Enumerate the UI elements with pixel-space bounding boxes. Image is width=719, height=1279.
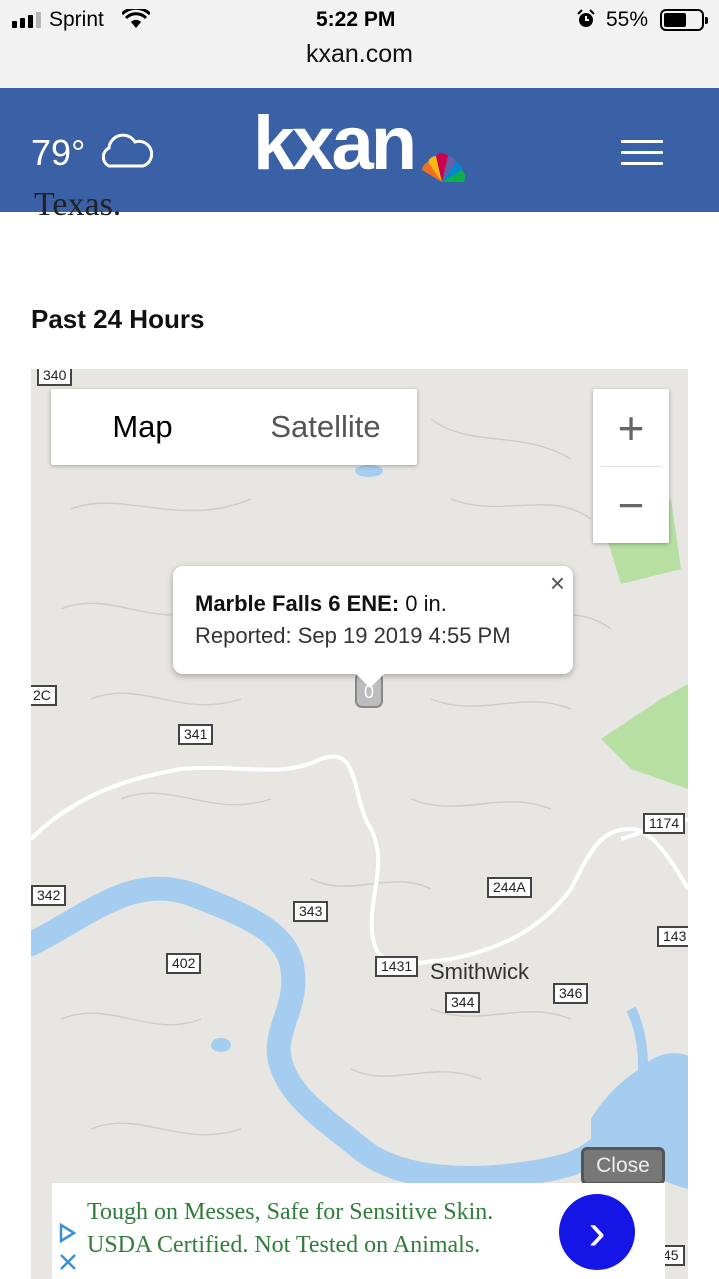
route-shield: 1174 — [643, 813, 686, 834]
route-shield: 344 — [445, 992, 481, 1013]
info-window-line1: Marble Falls 6 ENE: 0 in. — [195, 591, 447, 617]
route-shield: 346 — [553, 983, 589, 1004]
peacock-logo-icon — [422, 153, 466, 182]
ad-arrow-button[interactable]: › — [559, 1194, 635, 1270]
battery-percentage: 55% — [606, 8, 649, 31]
adchoices-icon[interactable] — [58, 1223, 76, 1243]
route-shield: 340 — [37, 369, 73, 386]
kxan-logo[interactable]: kxan — [253, 100, 417, 187]
address-bar-url[interactable]: kxan.com — [0, 40, 719, 69]
route-shield: 402 — [166, 953, 202, 974]
map-type-satellite-button[interactable]: Satellite — [234, 389, 417, 465]
temperature-label: 79° — [31, 132, 86, 173]
close-button[interactable]: Close — [581, 1147, 665, 1185]
route-shield: 342 — [31, 885, 67, 906]
route-shield: 1431 — [375, 956, 419, 977]
alarm-icon — [577, 9, 595, 27]
map-type-control: Map Satellite — [51, 389, 417, 465]
signal-strength-icon — [12, 12, 41, 28]
close-icon[interactable]: × — [550, 568, 565, 599]
zoom-in-button[interactable]: + — [593, 389, 669, 466]
route-shield: 143 — [657, 926, 688, 947]
article-text-fragment: Texas. — [34, 186, 122, 223]
town-label: Smithwick — [430, 959, 530, 984]
route-shield: 343 — [293, 901, 329, 922]
station-name: Marble Falls 6 ENE: — [195, 591, 400, 616]
ad-close-icon[interactable] — [59, 1253, 77, 1271]
info-window-tail — [356, 674, 384, 688]
map-terrain — [31, 418, 688, 1216]
battery-icon — [660, 9, 708, 31]
status-bar: Sprint 5:22 PM 55% kxan.com — [0, 0, 719, 88]
report-time: Reported: Sep 19 2019 4:55 PM — [195, 623, 511, 648]
rainfall-map[interactable]: 340 2C 341 1174 342 244A 143 343 402 143… — [31, 369, 688, 1279]
cloud-icon — [101, 133, 153, 168]
ad-line-1[interactable]: Tough on Messes, Safe for Sensitive Skin… — [87, 1199, 493, 1226]
clock: 5:22 PM — [316, 8, 396, 31]
route-shield: 341 — [178, 724, 214, 745]
carrier-label: Sprint — [49, 8, 104, 31]
map-type-map-button[interactable]: Map — [51, 389, 234, 465]
section-title: Past 24 Hours — [31, 304, 205, 334]
info-window: Marble Falls 6 ENE: 0 in. Reported: Sep … — [173, 566, 573, 674]
wifi-icon — [122, 9, 150, 28]
rainfall-value: 0 in. — [399, 591, 447, 616]
route-shield: 244A — [487, 877, 532, 898]
zoom-out-button[interactable]: − — [593, 466, 669, 543]
route-shield: 2C — [31, 685, 57, 706]
advertisement-banner[interactable]: Tough on Messes, Safe for Sensitive Skin… — [52, 1183, 665, 1279]
hamburger-menu-icon[interactable] — [621, 140, 663, 166]
zoom-control: + − — [593, 389, 669, 543]
ad-line-2[interactable]: USDA Certified. Not Tested on Animals. — [87, 1232, 480, 1259]
